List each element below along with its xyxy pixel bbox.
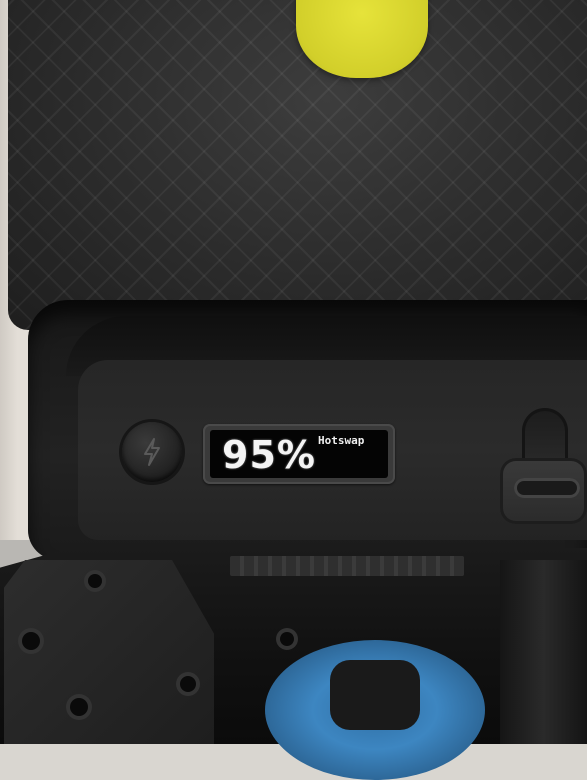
battery-percent-readout: 95% [222,433,316,477]
connector-slot [514,478,580,498]
bracket-plate [4,560,214,744]
bolt-hole [88,574,102,588]
battery-photo-scene: 95% Hotswap [0,0,587,780]
battery-mode-label: Hotswap [318,434,365,447]
battery-housing [8,0,587,330]
mounting-rail [230,556,464,576]
bolt-hole [280,632,294,646]
bolt-hole [180,676,196,692]
lightning-bolt-icon [141,437,163,467]
frame-post [500,560,587,744]
bolt-hole [70,698,88,716]
bolt-hole [22,632,40,650]
wheel-hub [330,660,420,730]
power-button[interactable] [122,422,182,482]
